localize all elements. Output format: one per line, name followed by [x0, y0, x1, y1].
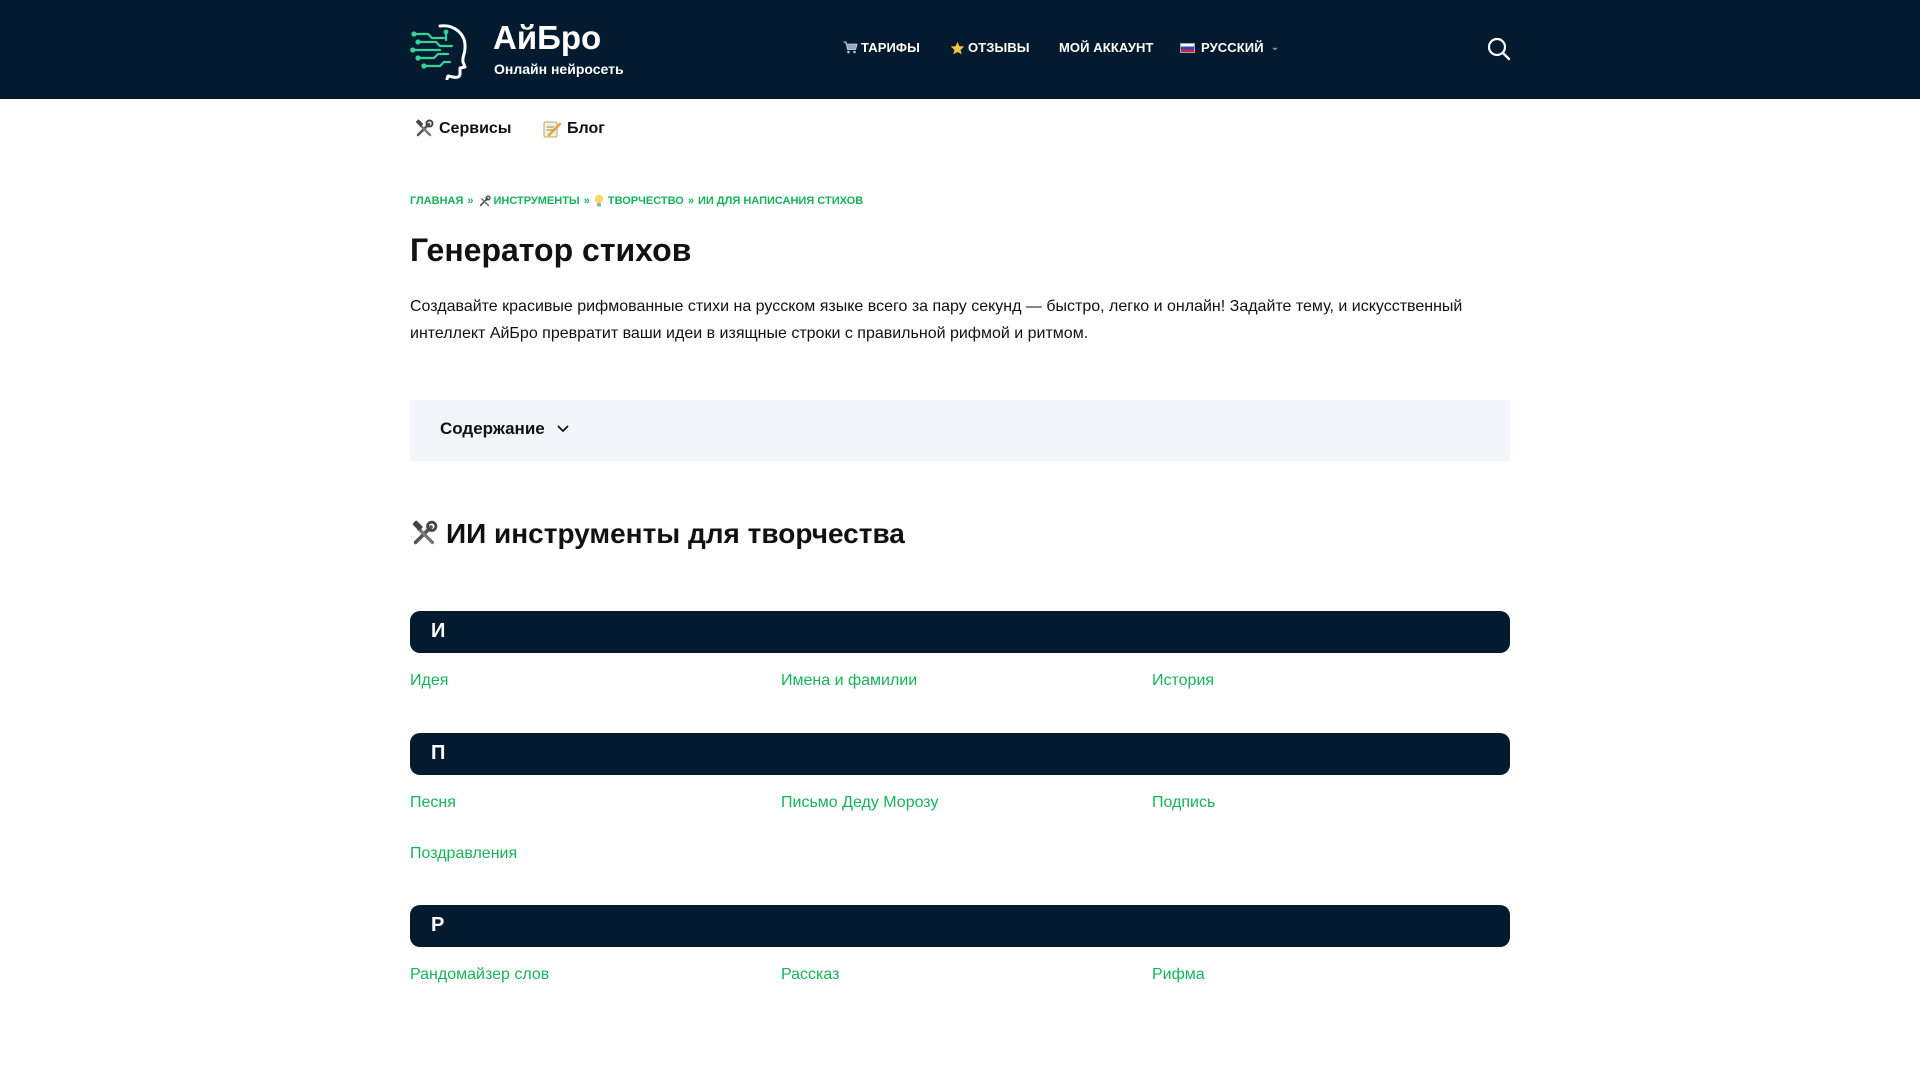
hammer-wrench-icon — [479, 194, 491, 206]
nav-language-label: РУССКИЙ — [1201, 40, 1264, 55]
tool-link[interactable]: Поздравления — [410, 845, 517, 863]
letter-label: И — [431, 620, 446, 642]
ai-head-logo-icon[interactable] — [410, 20, 472, 80]
tool-link[interactable]: Подпись — [1152, 794, 1215, 812]
nav-language[interactable]: РУССКИЙ ⌄ — [1180, 40, 1279, 55]
tool-link[interactable]: Рифма — [1152, 966, 1205, 984]
page-title: Генератор стихов — [410, 232, 692, 268]
tool-link[interactable]: Имена и фамилии — [781, 672, 917, 690]
table-of-contents: Содержание — [410, 400, 1510, 461]
shopping-cart-icon — [843, 41, 858, 54]
toc-label: Содержание — [440, 419, 545, 438]
search-icon[interactable] — [1486, 36, 1512, 62]
toc-toggle-button[interactable]: Содержание — [440, 419, 569, 439]
section-heading: ИИ инструменты для творчества — [410, 518, 905, 550]
letter-label: Р — [431, 914, 445, 936]
breadcrumb-separator: » — [687, 195, 694, 207]
site-header: АйБро Онлайн нейросеть ТАРИФЫ ОТЗЫВЫ МОЙ… — [0, 0, 1920, 99]
tool-link[interactable]: Письмо Деду Морозу — [781, 794, 938, 812]
hammer-wrench-icon — [412, 520, 438, 545]
chevron-down-icon — [557, 425, 569, 432]
subnav-services[interactable]: Сервисы — [414, 119, 511, 139]
tool-link[interactable]: Рандомайзер слов — [410, 966, 549, 984]
russia-flag-icon — [1180, 42, 1195, 53]
memo-pencil-icon — [543, 121, 562, 138]
nav-account-label: МОЙ АККАУНТ — [1059, 40, 1154, 55]
page-lead-text: Создавайте красивые рифмованные стихи на… — [410, 298, 1463, 342]
breadcrumb-creativity[interactable]: ТВОРЧЕСТВО — [594, 194, 684, 208]
tool-link[interactable]: История — [1152, 672, 1214, 690]
subnav-services-label: Сервисы — [439, 120, 512, 137]
letter-header: П — [410, 733, 1510, 775]
nav-tariffs-label: ТАРИФЫ — [861, 40, 920, 55]
letter-label: П — [431, 742, 446, 764]
nav-tariffs[interactable]: ТАРИФЫ — [843, 40, 920, 55]
breadcrumb-home[interactable]: ГЛАВНАЯ — [410, 195, 463, 207]
subnav-blog-label: Блог — [567, 120, 605, 137]
section-heading-label: ИИ инструменты для творчества — [446, 518, 905, 549]
breadcrumb-creativity-label: ТВОРЧЕСТВО — [607, 195, 684, 207]
nav-account[interactable]: МОЙ АККАУНТ — [1059, 40, 1154, 55]
tool-link[interactable]: Идея — [410, 672, 448, 690]
breadcrumb-tools-label: ИНСТРУМЕНТЫ — [493, 195, 580, 207]
subnav-blog[interactable]: Блог — [542, 119, 605, 139]
letter-header: И — [410, 611, 1510, 653]
star-icon — [950, 41, 965, 54]
breadcrumb-separator: » — [583, 195, 590, 207]
brand-tagline: Онлайн нейросеть — [494, 61, 624, 77]
breadcrumb: ГЛАВНАЯ » ИНСТРУМЕНТЫ » ТВОРЧЕСТВО » ИИ … — [410, 194, 863, 208]
breadcrumb-separator: » — [467, 195, 474, 207]
nav-reviews[interactable]: ОТЗЫВЫ — [950, 40, 1030, 55]
brand-name[interactable]: АйБро — [493, 18, 601, 58]
tool-link[interactable]: Рассказ — [781, 966, 839, 984]
breadcrumb-tools[interactable]: ИНСТРУМЕНТЫ — [478, 194, 580, 208]
breadcrumb-current: ИИ ДЛЯ НАПИСАНИЯ СТИХОВ — [697, 195, 864, 207]
tool-link[interactable]: Песня — [410, 794, 456, 812]
light-bulb-icon — [594, 194, 604, 207]
nav-reviews-label: ОТЗЫВЫ — [968, 40, 1030, 55]
chevron-down-icon: ⌄ — [1270, 42, 1280, 53]
hammer-wrench-icon — [416, 119, 434, 137]
letter-header: Р — [410, 905, 1510, 947]
